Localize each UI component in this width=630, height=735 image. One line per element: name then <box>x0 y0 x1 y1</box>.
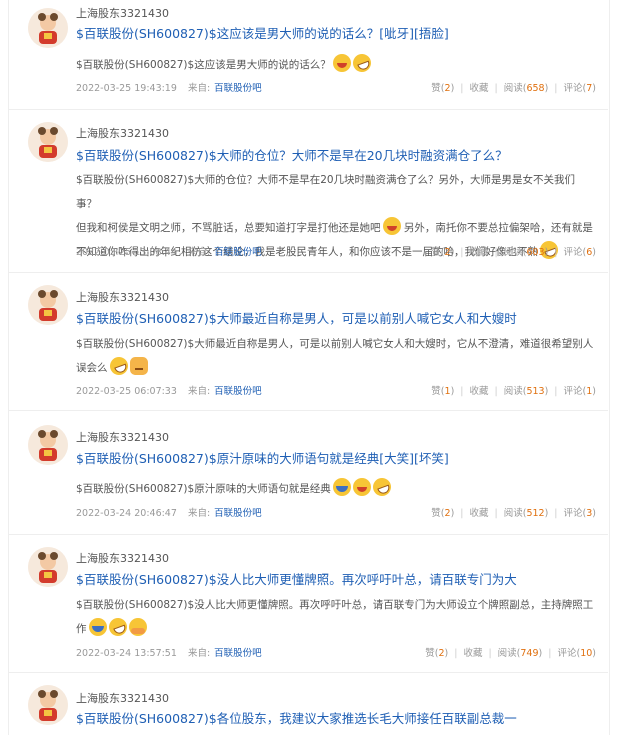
laugh-cry-face-icon <box>106 354 131 378</box>
post-body-text: 但我和柯侯是文明之师，不骂脏话，总要知道打字是打他还是她吧 <box>76 222 381 234</box>
post-body: $百联股份(SH600827)$这应该是男大师的说的话么？ <box>76 51 596 77</box>
post-body-text: $百联股份(SH600827)$大师的仓位？大师不是早在20几块时融资满仓了么？… <box>76 174 576 210</box>
user-avatar[interactable] <box>28 8 68 48</box>
post-time: 2022-03-25 19:43:19 <box>76 83 177 94</box>
like-button[interactable]: 赞(2) <box>431 247 454 258</box>
laugh-cry-face-icon <box>370 475 394 499</box>
post-body: $百联股份(SH600827)$大师最近自称是男人，可是以前别人喊它女人和大嫂时… <box>76 332 596 380</box>
comment-button[interactable]: 评论(10) <box>557 648 596 659</box>
post-card: 上海股东3321430 $百联股份(SH600827)$没人比大师更懂牌照。再次… <box>8 535 608 673</box>
like-button[interactable]: 赞(2) <box>425 648 448 659</box>
user-avatar[interactable] <box>28 547 68 587</box>
post-body-text: $百联股份(SH600827)$大师最近自称是男人，可是以前别人喊它女人和大嫂时… <box>76 338 594 350</box>
post-time: 2022-03-24 20:46:47 <box>76 508 177 519</box>
comment-button[interactable]: 评论(6) <box>564 247 597 258</box>
post-meta: 2022-03-24 13:57:51 来自: 百联股份吧 赞(2) | 收藏 | 阅读(… <box>76 647 596 661</box>
post-username[interactable]: 上海股东3321430 <box>76 692 169 706</box>
post-stats: 赞(2) | 收藏 | 阅读(603) | 评论(6) <box>431 247 597 258</box>
like-button[interactable]: 赞(1) <box>431 386 454 397</box>
post-username[interactable]: 上海股东3321430 <box>76 552 169 566</box>
post-stats: 赞(2) | 收藏 | 阅读(749) | 评论(10) <box>425 648 596 659</box>
post-body-text: $百联股份(SH600827)$没人比大师更懂牌照。再次呼吁叶总，请百联专门为大… <box>76 599 594 611</box>
from-label: 来自: <box>187 648 211 659</box>
post-username[interactable]: 上海股东3321430 <box>76 431 169 445</box>
grin-face-icon <box>332 54 351 72</box>
read-count: 阅读(749) <box>497 648 543 659</box>
from-label: 来自: <box>187 247 211 258</box>
post-meta: 2022-03-24 20:46:47 来自: 百联股份吧 赞(2) | 收藏 | 阅读(… <box>76 507 596 521</box>
source-link[interactable]: 百联股份吧 <box>214 83 262 94</box>
from-label: 来自: <box>187 386 211 397</box>
post-time: 2022-03-25 13:08:44 <box>76 247 177 258</box>
like-button[interactable]: 赞(2) <box>431 508 454 519</box>
comment-button[interactable]: 评论(3) <box>564 508 597 519</box>
post-body-text: $百联股份(SH600827)$这应该是男大师的说的话么？ <box>76 59 331 71</box>
post-card: 上海股东3321430 $百联股份(SH600827)$各位股东，我建议大家推选… <box>8 673 608 735</box>
post-title[interactable]: $百联股份(SH600827)$各位股东，我建议大家推选长毛大师接任百联副总裁一 <box>76 710 517 728</box>
read-count: 阅读(658) <box>503 83 549 94</box>
post-body: $百联股份(SH600827)$原汁原味的大师语句就是经典 <box>76 475 596 501</box>
post-card: 上海股东3321430 $百联股份(SH600827)$原汁原味的大师语句就是经… <box>8 411 608 535</box>
post-meta: 2022-03-25 19:43:19 来自: 百联股份吧 赞(2) | 收藏 | 阅读(… <box>76 82 596 96</box>
like-button[interactable]: 赞(2) <box>431 83 454 94</box>
post-time: 2022-03-25 06:07:33 <box>76 386 177 397</box>
post-time: 2022-03-24 13:57:51 <box>76 648 177 659</box>
post-body-text: 另外，南托你不要总拉偏架哈，还有就是 <box>403 222 593 234</box>
read-count: 阅读(603) <box>503 247 549 258</box>
source-link[interactable]: 百联股份吧 <box>214 508 262 519</box>
comment-button[interactable]: 评论(7) <box>564 83 597 94</box>
source-link[interactable]: 百联股份吧 <box>214 247 262 258</box>
post-username[interactable]: 上海股东3321430 <box>76 127 169 141</box>
post-title[interactable]: $百联股份(SH600827)$原汁原味的大师语句就是经典[大笑][坏笑] <box>76 450 449 468</box>
cat-face-icon <box>129 357 148 375</box>
favorite-button[interactable]: 收藏 <box>469 247 488 258</box>
read-count: 阅读(513) <box>503 386 549 397</box>
laugh-face-icon <box>88 618 107 636</box>
user-avatar[interactable] <box>28 425 68 465</box>
favorite-button[interactable]: 收藏 <box>463 648 482 659</box>
source-link[interactable]: 百联股份吧 <box>214 386 262 397</box>
favorite-button[interactable]: 收藏 <box>469 83 488 94</box>
post-title[interactable]: $百联股份(SH600827)$大师最近自称是男人，可是以前别人喊它女人和大嫂时 <box>76 310 517 328</box>
grin-face-icon <box>352 478 371 496</box>
user-avatar[interactable] <box>28 685 68 725</box>
grin-face-icon <box>382 217 401 235</box>
post-card: 上海股东3321430 $百联股份(SH600827)$这应该是男大师的说的话么… <box>8 0 608 110</box>
post-body-text: $百联股份(SH600827)$原汁原味的大师语句就是经典 <box>76 483 331 495</box>
user-avatar[interactable] <box>28 285 68 325</box>
laugh-cry-face-icon <box>350 51 374 75</box>
post-meta: 2022-03-25 06:07:33 来自: 百联股份吧 赞(1) | 收藏 | 阅读(… <box>76 385 596 399</box>
rub-face-icon <box>128 618 147 636</box>
post-body-text: 误会么 <box>76 362 108 374</box>
from-label: 来自: <box>187 83 211 94</box>
post-username[interactable]: 上海股东3321430 <box>76 291 169 305</box>
post-title[interactable]: $百联股份(SH600827)$这应该是男大师的说的话么？[呲牙][捂脸] <box>76 25 449 43</box>
favorite-button[interactable]: 收藏 <box>469 508 488 519</box>
post-stats: 赞(1) | 收藏 | 阅读(513) | 评论(1) <box>431 386 597 397</box>
post-stats: 赞(2) | 收藏 | 阅读(658) | 评论(7) <box>431 83 597 94</box>
laugh-cry-face-icon <box>105 615 130 639</box>
read-count: 阅读(512) <box>503 508 549 519</box>
post-title[interactable]: $百联股份(SH600827)$没人比大师更懂牌照。再次呼吁叶总，请百联专门为大 <box>76 571 517 589</box>
comment-button[interactable]: 评论(1) <box>564 386 597 397</box>
laugh-face-icon <box>332 478 351 496</box>
post-meta: 2022-03-25 13:08:44 来自: 百联股份吧 赞(2) | 收藏 | 阅读(… <box>76 246 596 260</box>
post-username[interactable]: 上海股东3321430 <box>76 7 169 21</box>
source-link[interactable]: 百联股份吧 <box>214 648 262 659</box>
from-label: 来自: <box>187 508 211 519</box>
favorite-button[interactable]: 收藏 <box>469 386 488 397</box>
post-title[interactable]: $百联股份(SH600827)$大师的仓位？大师不是早在20几块时融资满仓了么？ <box>76 147 508 165</box>
post-stats: 赞(2) | 收藏 | 阅读(512) | 评论(3) <box>431 508 597 519</box>
post-body-text: 作 <box>76 623 87 635</box>
post-card: 上海股东3321430 $百联股份(SH600827)$大师最近自称是男人，可是… <box>8 273 608 411</box>
post-card: 上海股东3321430 $百联股份(SH600827)$大师的仓位？大师不是早在… <box>8 110 608 273</box>
post-body: $百联股份(SH600827)$没人比大师更懂牌照。再次呼吁叶总，请百联专门为大… <box>76 593 596 641</box>
user-avatar[interactable] <box>28 122 68 162</box>
